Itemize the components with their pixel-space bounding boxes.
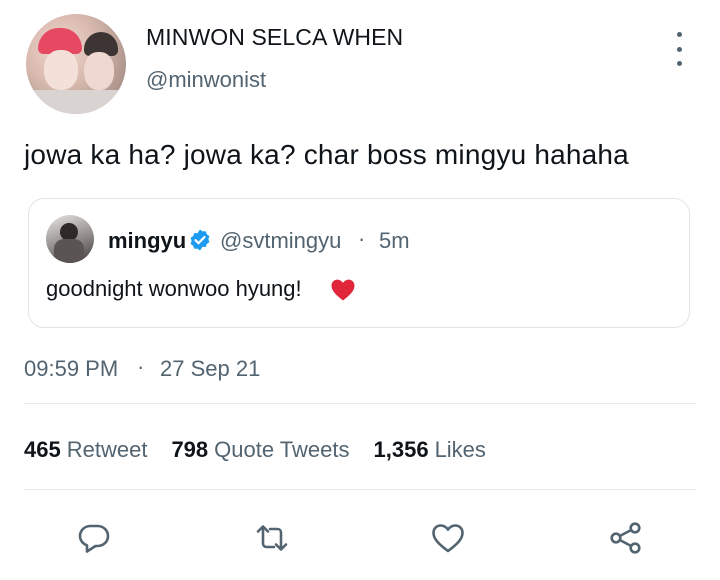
quoted-tweet-card[interactable] [28, 198, 690, 328]
author-avatar[interactable] [26, 14, 126, 114]
divider [24, 403, 696, 404]
author-handle[interactable]: @minwonist [146, 67, 266, 93]
quoted-avatar-body [54, 239, 84, 263]
quoted-author-name[interactable]: mingyu [108, 228, 186, 254]
like-icon [432, 524, 464, 553]
likes-stat[interactable]: 1,356 Likes [374, 437, 486, 463]
engagement-stats: 465 Retweet 798 Quote Tweets 1,356 Likes [24, 437, 510, 463]
verified-badge-icon [190, 229, 210, 251]
retweet-label: Retweet [66, 437, 148, 462]
tweet-text: jowa ka ha? jowa ka? char boss mingyu ha… [24, 139, 629, 170]
share-icon [610, 522, 641, 554]
more-dot [676, 46, 682, 52]
more-options-icon[interactable] [670, 32, 688, 66]
avatar-face-right [84, 52, 114, 90]
tweet-date[interactable]: 27 Sep 21 [160, 356, 260, 382]
retweet-stat[interactable]: 465 Retweet [24, 437, 147, 463]
avatar-face-left [44, 50, 78, 90]
tweet-time[interactable]: 09:59 PM [24, 356, 118, 382]
quote-tweets-count: 798 [171, 437, 209, 462]
quote-tweets-label: Quote Tweets [214, 437, 350, 462]
retweet-button[interactable] [252, 518, 292, 558]
red-heart-emoji-icon [331, 279, 355, 301]
like-button[interactable] [428, 518, 468, 558]
share-button[interactable] [606, 518, 646, 558]
quoted-tweet-text: goodnight wonwoo hyung! [46, 276, 302, 301]
quote-tweets-stat[interactable]: 798 Quote Tweets [171, 437, 349, 463]
timestamp-separator: · [137, 354, 145, 379]
likes-count: 1,356 [373, 437, 429, 462]
reply-button[interactable] [74, 518, 114, 558]
author-display-name[interactable]: MINWON SELCA WHEN [146, 24, 403, 51]
quoted-author-handle[interactable]: @svtmingyu [220, 228, 341, 254]
reply-icon [78, 524, 110, 553]
more-dot [676, 32, 682, 37]
divider [24, 489, 696, 490]
more-dot [676, 61, 682, 66]
retweet-icon [256, 525, 288, 551]
retweet-count: 465 [24, 437, 61, 462]
likes-label: Likes [434, 437, 486, 462]
quoted-author-avatar[interactable] [46, 215, 94, 263]
quoted-time-ago: 5m [379, 228, 410, 253]
quoted-separator: · [358, 226, 366, 251]
avatar-shirt [26, 90, 126, 114]
